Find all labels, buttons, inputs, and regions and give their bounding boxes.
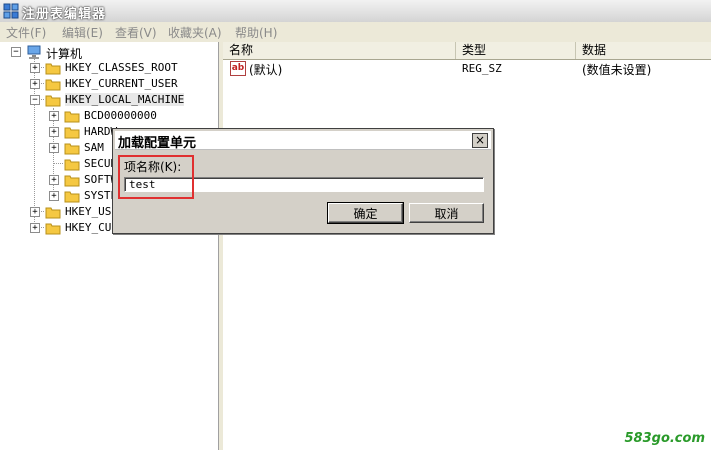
expand-icon[interactable]: +: [30, 63, 40, 73]
folder-icon: [45, 207, 61, 219]
value-name: (默认): [249, 63, 283, 77]
list-header: 名称 类型 数据: [223, 42, 711, 60]
expand-icon[interactable]: +: [30, 79, 40, 89]
tree-node-bcd[interactable]: + BCD00000000: [0, 108, 200, 124]
menu-view[interactable]: 查看(V): [115, 24, 157, 41]
folder-icon: [64, 159, 80, 171]
folder-icon: [64, 191, 80, 203]
value-type: REG_SZ: [462, 62, 502, 75]
tree-node-computer[interactable]: − 计算机: [0, 44, 200, 61]
folder-icon: [64, 175, 80, 187]
expand-icon[interactable]: +: [49, 175, 59, 185]
computer-icon: [27, 45, 41, 59]
folder-icon: [45, 223, 61, 235]
ok-button[interactable]: 确定: [327, 202, 404, 224]
key-tree[interactable]: − 计算机 + HKEY_CLASSES_ROOT + HKEY_CURRENT…: [0, 42, 222, 450]
expand-icon[interactable]: +: [49, 127, 59, 137]
collapse-icon[interactable]: −: [30, 95, 40, 105]
title-bar: 注册表编辑器: [0, 0, 711, 23]
folder-icon: [64, 111, 80, 123]
expand-icon[interactable]: +: [49, 191, 59, 201]
column-header-data[interactable]: 数据: [576, 42, 711, 59]
expand-icon[interactable]: +: [30, 207, 40, 217]
close-button[interactable]: ×: [472, 133, 488, 148]
registry-editor-icon: [3, 3, 19, 19]
folder-icon: [45, 63, 61, 75]
list-item[interactable]: ab (默认) REG_SZ (数值未设置): [223, 59, 711, 77]
window-title: 注册表编辑器: [22, 7, 107, 22]
menu-help[interactable]: 帮助(H): [235, 24, 277, 41]
highlight-annotation: [118, 155, 194, 199]
expand-icon[interactable]: +: [30, 223, 40, 233]
expand-icon[interactable]: +: [49, 143, 59, 153]
dialog-title-bar: 加载配置单元 ×: [115, 131, 491, 151]
tree-node-hklm[interactable]: − HKEY_LOCAL_MACHINE: [0, 92, 200, 108]
menu-bar: 文件(F) 编辑(E) 查看(V) 收藏夹(A) 帮助(H): [0, 22, 711, 43]
collapse-icon[interactable]: −: [11, 47, 21, 57]
value-data: (数值未设置): [582, 63, 652, 77]
value-list[interactable]: 名称 类型 数据 ab (默认) REG_SZ (数值未设置) 583go.co…: [223, 42, 711, 450]
string-value-icon: ab: [230, 61, 246, 76]
folder-open-icon: [45, 95, 61, 107]
tree-node-hkcr[interactable]: + HKEY_CLASSES_ROOT: [0, 60, 200, 76]
cancel-button[interactable]: 取消: [409, 203, 484, 223]
watermark: 583go.com: [624, 431, 706, 446]
expand-icon[interactable]: +: [49, 111, 59, 121]
menu-favorites[interactable]: 收藏夹(A): [168, 24, 222, 41]
tree-node-hkcu[interactable]: + HKEY_CURRENT_USER: [0, 76, 200, 92]
menu-edit[interactable]: 编辑(E): [62, 24, 103, 41]
folder-icon: [64, 127, 80, 139]
folder-icon: [64, 143, 80, 155]
folder-icon: [45, 79, 61, 91]
menu-file[interactable]: 文件(F): [6, 24, 46, 41]
dialog-title: 加载配置单元: [118, 136, 197, 151]
column-header-type[interactable]: 类型: [456, 42, 576, 59]
column-header-name[interactable]: 名称: [223, 42, 456, 59]
